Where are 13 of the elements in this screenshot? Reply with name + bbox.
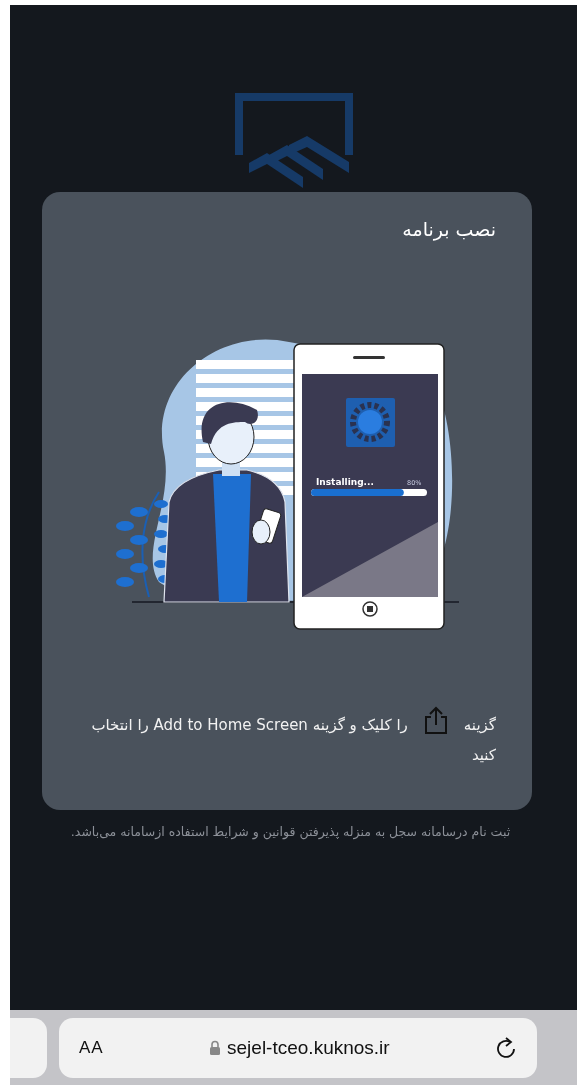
terms-notice: ثبت نام درسامانه سجل به منزله پذیرفتن قوانین و شرایط استفاده ازسامانه می‌باشد. [70, 824, 511, 839]
reload-icon[interactable] [495, 1035, 517, 1060]
address-bar[interactable]: AA sejel-tceo.kuknos.ir [59, 1017, 537, 1078]
instruction-text: گزینه [463, 715, 496, 736]
lock-icon [209, 1040, 222, 1055]
instruction-text: کنید [471, 745, 496, 766]
install-status: Installing... [316, 477, 374, 487]
url-text: sejel-tceo.kuknos.ir [227, 1036, 390, 1059]
dialog-title: نصب برنامه [402, 218, 496, 240]
instruction-text: را کلیک و گزینه Add to Home Screen را انتخاب [91, 715, 408, 736]
gear-icon [346, 398, 395, 447]
share-icon [423, 706, 448, 734]
text-size-button[interactable]: AA [79, 1037, 104, 1058]
